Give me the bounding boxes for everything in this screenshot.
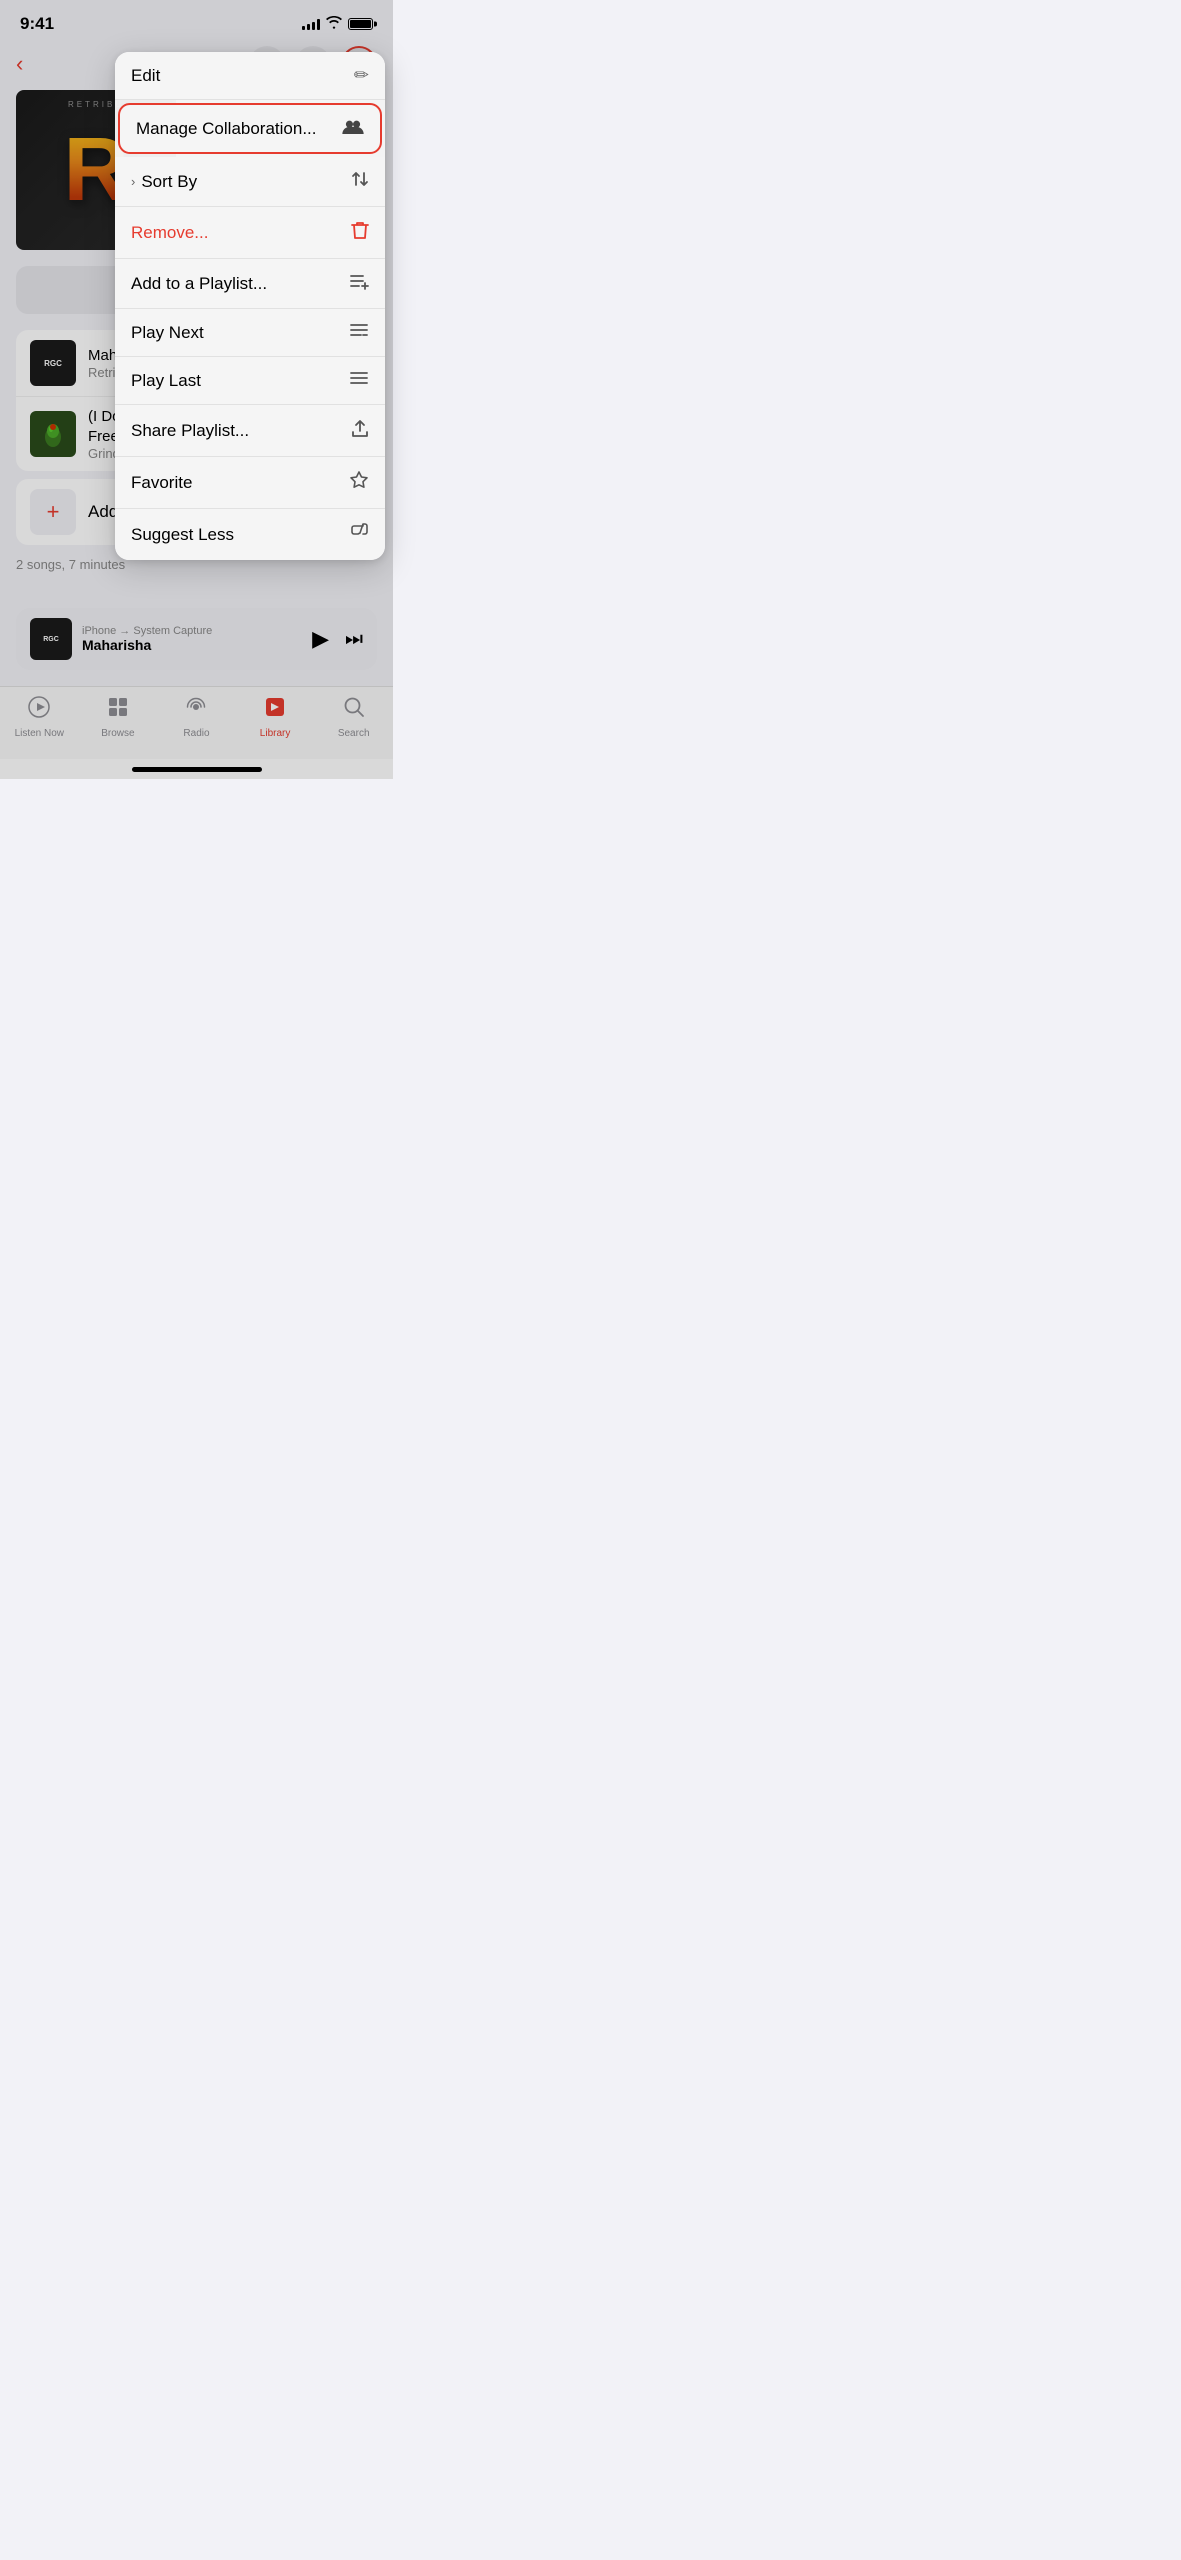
menu-label-manage: Manage Collaboration... bbox=[136, 119, 317, 139]
menu-item-sort-by[interactable]: › Sort By bbox=[115, 157, 385, 207]
library-icon bbox=[263, 695, 287, 725]
star-icon bbox=[349, 470, 369, 495]
tab-listen-now[interactable]: Listen Now bbox=[9, 695, 69, 739]
tab-search[interactable]: Search bbox=[324, 695, 384, 739]
tab-browse[interactable]: Browse bbox=[88, 695, 148, 739]
song-thumb-1: RGC bbox=[30, 340, 76, 386]
menu-label-add-playlist: Add to a Playlist... bbox=[131, 274, 267, 294]
mini-play-button[interactable]: ▶ bbox=[312, 626, 329, 652]
sort-by-arrow-icon: › bbox=[131, 174, 135, 189]
sort-icon bbox=[351, 170, 369, 193]
song-thumb-2 bbox=[30, 411, 76, 457]
menu-item-remove[interactable]: Remove... bbox=[115, 207, 385, 259]
browse-icon bbox=[106, 695, 130, 725]
tab-radio[interactable]: Radio bbox=[166, 695, 226, 739]
edit-icon: ✏ bbox=[354, 65, 369, 86]
tab-label-browse: Browse bbox=[101, 728, 134, 739]
status-icons bbox=[302, 16, 373, 32]
trash-icon bbox=[351, 220, 369, 245]
status-bar: 9:41 bbox=[0, 0, 393, 42]
menu-label-remove: Remove... bbox=[131, 223, 208, 243]
mini-forward-button[interactable]: ⏭ bbox=[345, 628, 363, 651]
mini-source: iPhone → System Capture bbox=[82, 625, 302, 637]
tab-label-radio: Radio bbox=[183, 728, 209, 739]
menu-item-add-playlist[interactable]: Add to a Playlist... bbox=[115, 259, 385, 309]
search-icon bbox=[342, 695, 366, 725]
home-bar bbox=[132, 767, 262, 772]
mini-controls: ▶ ⏭ bbox=[312, 626, 363, 652]
menu-label-share: Share Playlist... bbox=[131, 421, 249, 441]
home-indicator bbox=[0, 759, 393, 779]
mini-info: iPhone → System Capture Maharisha bbox=[82, 625, 302, 653]
collaboration-icon bbox=[342, 118, 364, 139]
listen-now-icon bbox=[27, 695, 51, 725]
radio-icon bbox=[184, 695, 208, 725]
menu-item-manage-collaboration[interactable]: Manage Collaboration... bbox=[118, 103, 382, 154]
tab-library[interactable]: Library bbox=[245, 695, 305, 739]
mini-player[interactable]: RGC iPhone → System Capture Maharisha ▶ … bbox=[16, 608, 377, 670]
menu-item-play-next[interactable]: Play Next bbox=[115, 309, 385, 357]
menu-item-play-last[interactable]: Play Last bbox=[115, 357, 385, 405]
share-icon bbox=[351, 418, 369, 443]
add-plus-icon: + bbox=[47, 499, 60, 525]
tab-bar: Listen Now Browse Radio bbox=[0, 686, 393, 759]
thumbs-down-icon bbox=[349, 522, 369, 547]
menu-label-edit: Edit bbox=[131, 66, 160, 86]
add-btn-box: + bbox=[30, 489, 76, 535]
menu-label-suggest-less: Suggest Less bbox=[131, 525, 234, 545]
play-last-icon bbox=[349, 370, 369, 391]
battery-icon bbox=[348, 18, 373, 30]
context-menu: Edit ✏ Manage Collaboration... › Sort By bbox=[115, 52, 385, 560]
wifi-icon bbox=[326, 16, 342, 32]
menu-item-share[interactable]: Share Playlist... bbox=[115, 405, 385, 457]
menu-label-play-last: Play Last bbox=[131, 371, 201, 391]
status-time: 9:41 bbox=[20, 14, 54, 34]
tab-label-search: Search bbox=[338, 728, 370, 739]
menu-item-suggest-less[interactable]: Suggest Less bbox=[115, 509, 385, 560]
back-button[interactable]: ‹ bbox=[16, 51, 23, 77]
mini-thumb: RGC bbox=[30, 618, 72, 660]
menu-label-favorite: Favorite bbox=[131, 473, 192, 493]
tab-label-library: Library bbox=[260, 728, 291, 739]
play-next-icon bbox=[349, 322, 369, 343]
page-wrapper: 9:41 ‹ bbox=[0, 0, 393, 779]
menu-label-sort: Sort By bbox=[141, 172, 197, 192]
menu-label-play-next: Play Next bbox=[131, 323, 204, 343]
tab-label-listen-now: Listen Now bbox=[15, 728, 64, 739]
add-to-playlist-icon bbox=[349, 272, 369, 295]
signal-icon bbox=[302, 18, 320, 30]
mini-player-container: RGC iPhone → System Capture Maharisha ▶ … bbox=[0, 608, 393, 686]
mini-title: Maharisha bbox=[82, 637, 302, 653]
menu-item-favorite[interactable]: Favorite bbox=[115, 457, 385, 509]
menu-item-edit[interactable]: Edit ✏ bbox=[115, 52, 385, 100]
